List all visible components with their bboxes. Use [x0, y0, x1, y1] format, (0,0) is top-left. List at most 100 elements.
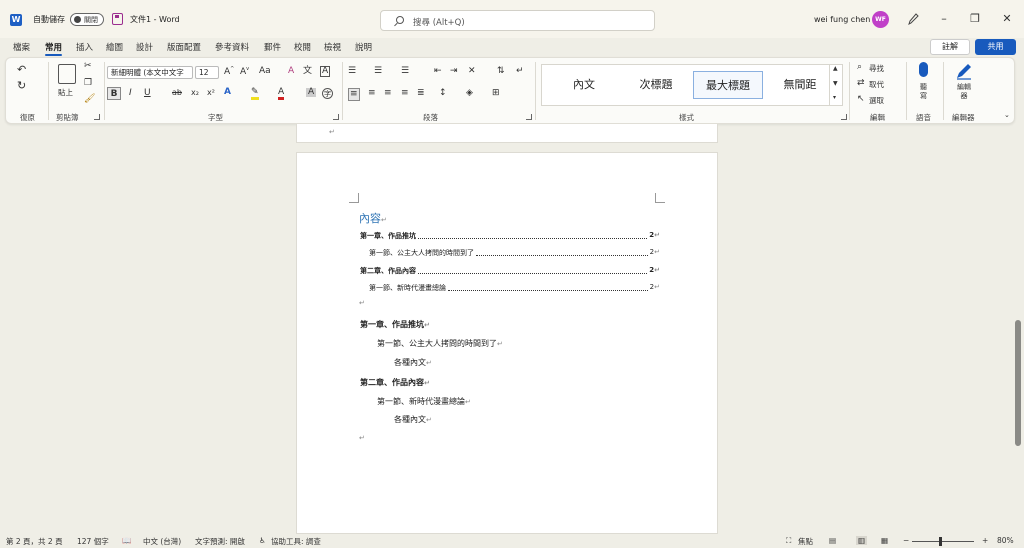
- minimize-button[interactable]: –: [934, 10, 954, 28]
- tab-design[interactable]: 設計: [136, 41, 153, 53]
- replace-icon[interactable]: ⇄: [857, 79, 865, 88]
- word-count[interactable]: 127 個字: [77, 536, 109, 547]
- numbering-icon[interactable]: ☰: [374, 67, 382, 76]
- web-layout-icon[interactable]: ▦: [881, 536, 888, 545]
- focus-label[interactable]: 焦點: [798, 536, 813, 547]
- align-left-icon[interactable]: ≡: [348, 88, 360, 101]
- styles-launcher-icon[interactable]: [841, 114, 847, 120]
- char-shading-icon[interactable]: A: [306, 88, 317, 97]
- font-color-icon[interactable]: A: [278, 88, 285, 100]
- autosave-toggle[interactable]: 關閉: [70, 13, 104, 26]
- shading-icon[interactable]: ◈: [466, 89, 473, 98]
- paragraph-launcher-icon[interactable]: [526, 114, 532, 120]
- search-box[interactable]: 搜尋 (Alt+Q): [380, 10, 655, 31]
- distributed-icon[interactable]: ≣: [417, 89, 425, 98]
- zoom-out-icon[interactable]: −: [903, 536, 909, 545]
- font-size-combo[interactable]: 12: [195, 66, 219, 79]
- sort-icon[interactable]: ⇅: [497, 67, 505, 76]
- subscript-icon[interactable]: x₂: [191, 89, 199, 97]
- share-button[interactable]: 共用: [975, 39, 1016, 55]
- paste-label[interactable]: 貼上: [58, 87, 73, 98]
- asian-layout-icon[interactable]: ✕: [468, 67, 476, 76]
- heading-1[interactable]: 第二章、作品內容↵: [360, 377, 430, 388]
- align-right-icon[interactable]: ≡: [384, 89, 392, 98]
- toc-entry[interactable]: 第二章、作品內容 2 ↵: [360, 266, 660, 276]
- toc-entry[interactable]: 第一節、公主大人拷問的時間到了 2 ↵: [369, 248, 660, 258]
- highlight-icon[interactable]: ✎: [251, 88, 259, 100]
- language[interactable]: 中文 (台灣): [143, 536, 181, 547]
- toc-entry[interactable]: 第一節、新時代漫畫總論 2 ↵: [369, 283, 660, 293]
- styles-gallery-scroll[interactable]: ▲ ▼ ▾: [829, 64, 843, 106]
- increase-indent-icon[interactable]: ⇥: [450, 67, 458, 76]
- zoom-slider-track[interactable]: [912, 541, 974, 542]
- cut-icon[interactable]: ✂: [84, 62, 92, 71]
- restore-button[interactable]: ❐: [965, 10, 985, 28]
- paste-icon[interactable]: [58, 64, 76, 84]
- copy-icon[interactable]: ❐: [84, 79, 92, 88]
- justify-icon[interactable]: ≡: [401, 89, 409, 98]
- clipboard-launcher-icon[interactable]: [94, 114, 100, 120]
- body-text[interactable]: 各種內文↵: [394, 414, 432, 425]
- find-icon[interactable]: ⌕: [857, 63, 862, 72]
- tab-help[interactable]: 說明: [355, 41, 372, 53]
- comment-button[interactable]: 註解: [930, 39, 970, 55]
- document-page[interactable]: 內容↵ 第一章、作品推坑 2 ↵ 第一節、公主大人拷問的時間到了 2 ↵ 第二章、作品內…: [296, 152, 718, 534]
- heading-2[interactable]: 第一節、公主大人拷問的時間到了↵: [377, 338, 503, 349]
- redo-icon[interactable]: ↻: [17, 80, 26, 91]
- enclose-circle-icon[interactable]: 字: [322, 88, 333, 99]
- tab-home[interactable]: 常用: [45, 41, 63, 56]
- find-label[interactable]: 尋找: [869, 63, 884, 74]
- grow-font-icon[interactable]: A^: [224, 67, 234, 77]
- replace-label[interactable]: 取代: [869, 79, 884, 90]
- phonetic-guide-icon[interactable]: 文: [303, 67, 312, 76]
- editor-label[interactable]: 編輯器: [956, 83, 972, 101]
- tab-review[interactable]: 校閱: [294, 41, 311, 53]
- accessibility-status[interactable]: 協助工具: 調查: [271, 536, 321, 547]
- style-title[interactable]: 最大標題: [693, 71, 763, 99]
- proofing-icon[interactable]: 📖: [122, 536, 131, 545]
- decrease-indent-icon[interactable]: ⇤: [434, 67, 442, 76]
- accessibility-icon[interactable]: ♿: [259, 536, 266, 545]
- superscript-icon[interactable]: x²: [207, 89, 215, 97]
- tab-file[interactable]: 檔案: [13, 41, 30, 53]
- text-prediction[interactable]: 文字預測: 開啟: [195, 536, 245, 547]
- text-effects-icon[interactable]: A: [224, 88, 231, 97]
- heading-2[interactable]: 第一節、新時代漫畫總論↵: [377, 396, 471, 407]
- line-spacing-icon[interactable]: ↕: [439, 89, 447, 98]
- zoom-in-icon[interactable]: +: [982, 536, 988, 545]
- tab-layout[interactable]: 版面配置: [167, 41, 201, 53]
- gallery-more-icon[interactable]: ▾: [833, 95, 836, 101]
- vertical-scrollbar[interactable]: [1014, 124, 1022, 534]
- body-text[interactable]: 各種內文↵: [394, 357, 432, 368]
- italic-icon[interactable]: I: [129, 89, 132, 98]
- select-icon[interactable]: ↖: [857, 95, 865, 104]
- print-layout-icon[interactable]: ▥: [856, 536, 868, 545]
- underline-icon[interactable]: U: [144, 89, 151, 98]
- bold-icon[interactable]: B: [107, 87, 121, 100]
- save-icon[interactable]: [112, 13, 123, 25]
- close-button[interactable]: ✕: [997, 10, 1017, 28]
- dictate-label[interactable]: 聽寫: [920, 83, 930, 101]
- chevron-up-icon[interactable]: ▲: [833, 66, 838, 72]
- toc-entry[interactable]: 第一章、作品推坑 2 ↵: [360, 231, 660, 241]
- collapse-ribbon-icon[interactable]: ⌄: [1004, 112, 1010, 119]
- tab-view[interactable]: 檢視: [324, 41, 341, 53]
- scrollbar-thumb[interactable]: [1015, 320, 1021, 446]
- clear-format-icon[interactable]: A: [288, 67, 294, 76]
- zoom-slider-thumb[interactable]: [939, 537, 942, 546]
- bullets-icon[interactable]: ☰: [348, 67, 356, 76]
- borders-icon[interactable]: ⊞: [492, 89, 500, 98]
- tab-mailings[interactable]: 郵件: [264, 41, 281, 53]
- style-normal[interactable]: 內文: [549, 71, 619, 99]
- select-label[interactable]: 選取: [869, 95, 884, 106]
- chevron-down-icon[interactable]: ▼: [833, 81, 838, 87]
- change-case-icon[interactable]: Aa: [259, 67, 271, 76]
- undo-icon[interactable]: ↶: [17, 64, 26, 75]
- tab-insert[interactable]: 插入: [76, 41, 93, 53]
- style-no-spacing[interactable]: 無間距: [765, 71, 835, 99]
- enclose-char-icon[interactable]: A: [320, 66, 331, 77]
- strikethrough-icon[interactable]: ab: [172, 89, 182, 97]
- user-name[interactable]: wei fung chen: [814, 15, 870, 24]
- pen-icon[interactable]: [907, 12, 919, 26]
- show-marks-icon[interactable]: ↵: [516, 67, 524, 76]
